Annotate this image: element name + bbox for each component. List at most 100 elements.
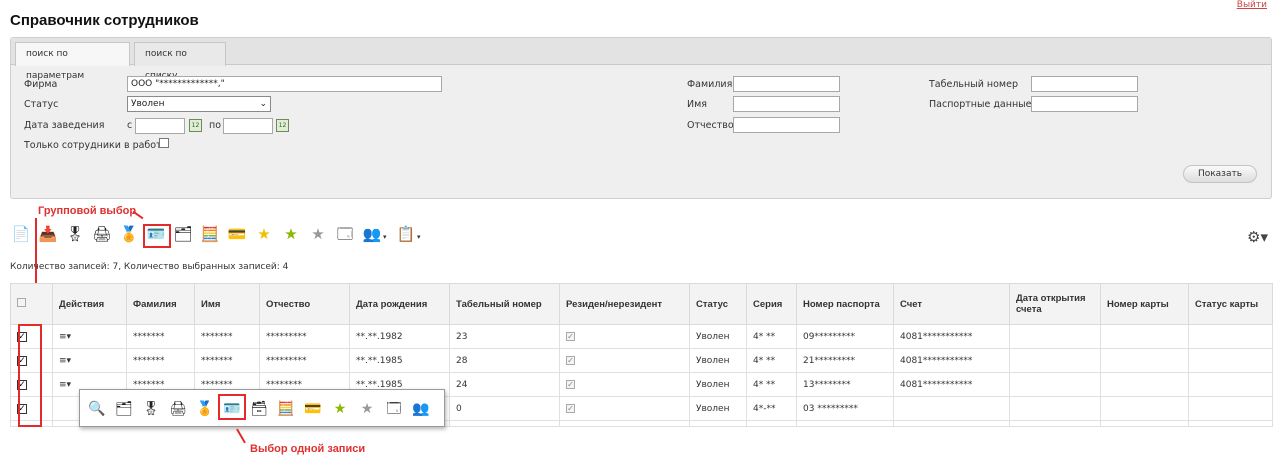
calculator-icon[interactable]: 🧮 bbox=[199, 223, 221, 245]
column-header[interactable]: Статус bbox=[689, 283, 747, 325]
resident-checkbox: ✓ bbox=[566, 331, 575, 341]
column-header[interactable]: Отчество bbox=[259, 283, 350, 325]
table-row[interactable]: ✓ ≡▾ ******* ******* ********* **.**.198… bbox=[10, 348, 1273, 373]
annotation-highlight-box bbox=[218, 394, 246, 420]
users-icon[interactable]: 👥 bbox=[410, 398, 432, 420]
date-from-input[interactable] bbox=[135, 118, 185, 134]
cell-patronymic: ********* bbox=[259, 348, 350, 373]
calendar-icon[interactable]: 12 bbox=[276, 119, 289, 132]
cell-passport: 21********* bbox=[796, 348, 894, 373]
cell-account: 4081*********** bbox=[893, 348, 1010, 373]
resident-checkbox: ✓ bbox=[566, 355, 575, 365]
column-header[interactable]: Дата открытия счета bbox=[1009, 283, 1101, 325]
cell-series: 4* ** bbox=[746, 324, 797, 349]
cell-card-status bbox=[1188, 372, 1273, 397]
column-header[interactable]: Фамилия bbox=[126, 283, 195, 325]
award-dark-icon[interactable]: 🏅 bbox=[118, 223, 140, 245]
firm-input[interactable]: ООО "*************," bbox=[127, 76, 442, 92]
cell-account-date bbox=[1009, 324, 1101, 349]
column-header[interactable]: Табельный номер bbox=[449, 283, 560, 325]
actions-menu[interactable]: ≡▾ bbox=[52, 348, 127, 373]
firstname-input[interactable] bbox=[733, 96, 840, 112]
select-all-header[interactable] bbox=[10, 283, 53, 325]
show-button[interactable]: Показать bbox=[1183, 165, 1257, 183]
cell-card-number bbox=[1100, 396, 1189, 421]
star-plus-icon[interactable]: ★ bbox=[280, 223, 302, 245]
table-row[interactable]: ✓ ≡▾ ******* ******* ********* **.**.198… bbox=[10, 324, 1273, 349]
calendar-icon[interactable]: 12 bbox=[189, 119, 202, 132]
column-header[interactable]: Дата рождения bbox=[349, 283, 450, 325]
annotation-highlight-box bbox=[143, 224, 171, 248]
gear-icon[interactable]: ⚙▾ bbox=[1247, 228, 1268, 246]
column-header[interactable]: Номер паспорта bbox=[796, 283, 894, 325]
window-icon[interactable]: 🗔 bbox=[383, 398, 405, 420]
cell-card-number bbox=[1100, 348, 1189, 373]
passport-input[interactable] bbox=[1031, 96, 1138, 112]
single-select-annotation: Выбор одной записи bbox=[250, 443, 366, 455]
award-icon[interactable]: 🎖 bbox=[140, 398, 162, 420]
cell-account-date bbox=[1009, 372, 1101, 397]
column-header[interactable]: Имя bbox=[194, 283, 260, 325]
document-icon[interactable]: 📋 bbox=[395, 223, 417, 245]
cell-card-number bbox=[1100, 324, 1189, 349]
cell-card-status bbox=[1188, 348, 1273, 373]
only-working-checkbox[interactable] bbox=[159, 138, 169, 148]
firm-label: Фирма bbox=[24, 79, 58, 90]
view-icon[interactable]: 🔍 bbox=[86, 398, 108, 420]
tab-search-by-list[interactable]: поиск по списку bbox=[134, 42, 226, 81]
status-select-value: Уволен bbox=[131, 99, 165, 109]
cell-birthdate: **.**.1985 bbox=[349, 348, 450, 373]
cards-stack-icon[interactable]: 💳 bbox=[302, 398, 324, 420]
cell-lastname: ******* bbox=[126, 324, 195, 349]
lastname-input[interactable] bbox=[733, 76, 840, 92]
star-icon[interactable]: ★ bbox=[253, 223, 275, 245]
cards-stack-icon[interactable]: 💳 bbox=[226, 223, 248, 245]
card-icon[interactable]: 🗂 bbox=[113, 398, 135, 420]
chevron-down-icon[interactable]: ▾ bbox=[417, 233, 421, 241]
column-header[interactable]: Счет bbox=[893, 283, 1010, 325]
status-select[interactable]: Уволен ⌄ bbox=[127, 96, 271, 112]
tab-search-by-params[interactable]: поиск по параметрам bbox=[15, 42, 130, 81]
row-actions-popup: 🔍 🗂 🎖 🖨 🏅 🪪 🗃 🧮 💳 ★ ★ 🗔 👥 bbox=[79, 389, 445, 427]
column-header[interactable]: Резиден/нерезидент bbox=[559, 283, 690, 325]
card-stack-icon[interactable]: 🗃 bbox=[248, 398, 270, 420]
award-dark-icon[interactable]: 🏅 bbox=[194, 398, 216, 420]
cell-series: 4*-** bbox=[746, 396, 797, 421]
logout-link[interactable]: Выйти bbox=[1237, 0, 1267, 10]
award-icon[interactable]: 🎖 bbox=[64, 223, 86, 245]
status-label: Статус bbox=[24, 99, 59, 110]
column-header[interactable]: Номер карты bbox=[1100, 283, 1189, 325]
actions-menu[interactable]: ≡▾ bbox=[52, 324, 127, 349]
cell-series: 4* ** bbox=[746, 348, 797, 373]
passport-label: Паспортные данные bbox=[929, 99, 1032, 110]
calculator-icon[interactable]: 🧮 bbox=[275, 398, 297, 420]
cell-lastname: ******* bbox=[126, 348, 195, 373]
print-icon[interactable]: 🖨 bbox=[91, 223, 113, 245]
star-gray-icon[interactable]: ★ bbox=[356, 398, 378, 420]
cell-tabnum: 28 bbox=[449, 348, 560, 373]
column-header[interactable]: Статус карты bbox=[1188, 283, 1273, 325]
card-icon[interactable]: 🗂 bbox=[172, 223, 194, 245]
cell-account-date bbox=[1009, 396, 1101, 421]
patronymic-input[interactable] bbox=[733, 117, 840, 133]
column-header[interactable]: Серия bbox=[746, 283, 797, 325]
chevron-down-icon: ⌄ bbox=[259, 99, 267, 109]
select-all-checkbox[interactable] bbox=[17, 298, 26, 307]
download-icon[interactable]: 📥 bbox=[37, 223, 59, 245]
star-plus-icon[interactable]: ★ bbox=[329, 398, 351, 420]
star-gray-icon[interactable]: ★ bbox=[307, 223, 329, 245]
column-header[interactable]: Действия bbox=[52, 283, 127, 325]
cell-account: 4081*********** bbox=[893, 372, 1010, 397]
cell-card-status bbox=[1188, 396, 1273, 421]
date-to-input[interactable] bbox=[223, 118, 273, 134]
cell-card-number bbox=[1100, 372, 1189, 397]
window-icon[interactable]: 🗔 bbox=[334, 223, 356, 245]
chevron-down-icon[interactable]: ▾ bbox=[383, 233, 387, 241]
cell-passport: 03 ********* bbox=[796, 396, 894, 421]
new-document-icon[interactable]: 📄 bbox=[10, 223, 32, 245]
users-icon[interactable]: 👥 bbox=[361, 223, 383, 245]
tabnum-input[interactable] bbox=[1031, 76, 1138, 92]
print-icon[interactable]: 🖨 bbox=[167, 398, 189, 420]
date-from-label: с bbox=[127, 120, 133, 131]
cell-series: 4* ** bbox=[746, 372, 797, 397]
